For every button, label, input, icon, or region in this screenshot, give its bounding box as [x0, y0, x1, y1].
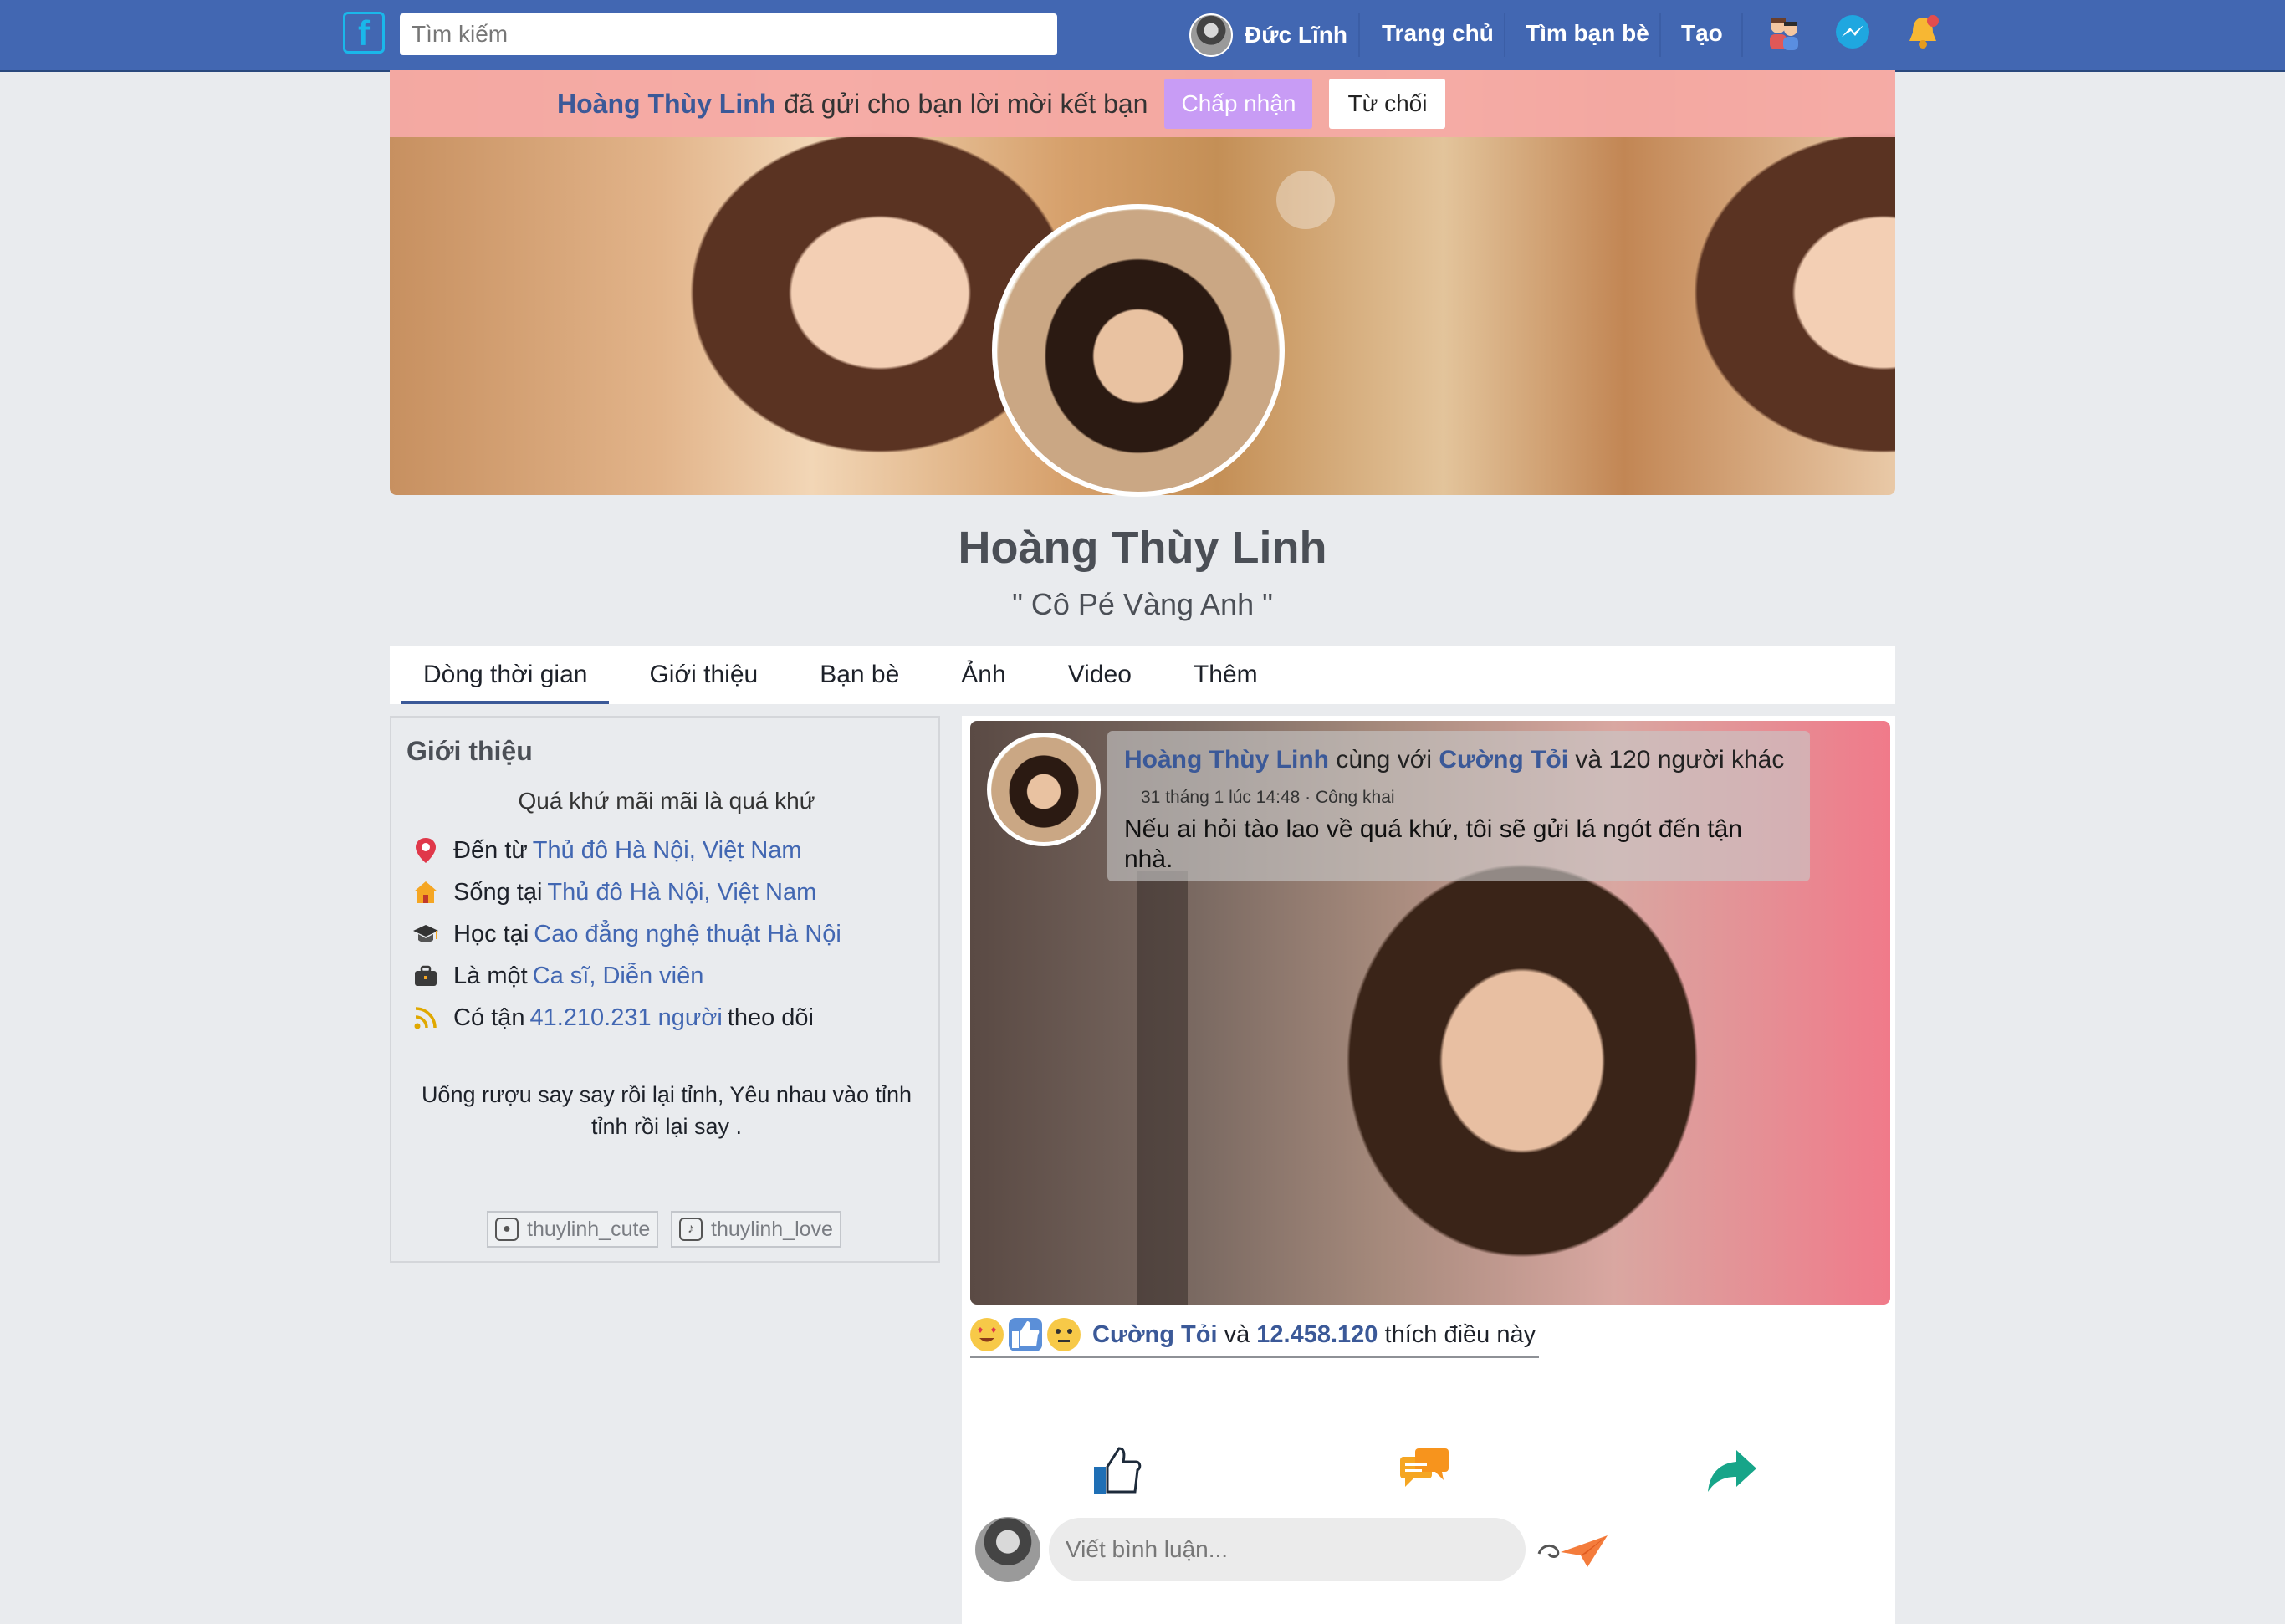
intro-link[interactable]: Ca sĩ, Diễn viên — [533, 963, 704, 990]
intro-row-lives-in: Sống tại Thủ đô Hà Nội, Việt Nam — [412, 878, 821, 906]
intro-link[interactable]: Thủ đô Hà Nội, Việt Nam — [547, 879, 816, 906]
intro-link[interactable]: 41.210.231 người — [529, 1004, 722, 1032]
nav-profile-link[interactable]: Đức Lĩnh — [1189, 12, 1347, 59]
avatar — [975, 1517, 1040, 1582]
nav-divider — [1504, 13, 1505, 57]
intro-row-followers: Có tận 41.210.231 người theo dõi — [412, 1004, 814, 1032]
nav-divider — [1741, 13, 1743, 57]
share-button[interactable] — [1703, 1442, 1761, 1500]
intro-bio: Quá khứ mãi mãi là quá khứ — [518, 788, 815, 814]
post-photo-background — [1137, 871, 1188, 1305]
friend-request-banner: Hoàng Thùy Linh đã gửi cho bạn lời mời k… — [390, 70, 1895, 137]
intro-row-hometown: Đến từ Thủ đô Hà Nội, Việt Nam — [412, 836, 807, 865]
send-comment-button[interactable] — [1536, 1524, 1611, 1575]
post-timestamp[interactable]: 31 tháng 1 lúc 14:48 · Công khai — [1141, 788, 1395, 808]
profile-name: Hoàng Thùy Linh — [958, 523, 1327, 573]
reaction-friend-name[interactable]: Cường Tỏi — [1092, 1321, 1218, 1348]
profile-tabs: Dòng thời gian Giới thiệu Bạn bè Ảnh Vid… — [390, 646, 1895, 704]
post-tagged-name[interactable]: Cường Tỏi — [1439, 746, 1568, 774]
decline-button[interactable]: Từ chối — [1329, 79, 1446, 129]
nav-find-friends-link[interactable]: Tìm bạn bè — [1526, 20, 1649, 47]
reaction-summary[interactable]: Cường Tỏi và 12.458.120 thích điều này — [970, 1313, 1540, 1358]
love-eyes-icon — [970, 1318, 1004, 1351]
top-navbar: f Đức Lĩnh Trang chủ Tìm bạn bè Tạo — [0, 0, 2285, 72]
avatar — [1189, 13, 1233, 57]
intro-link[interactable]: Thủ đô Hà Nội, Việt Nam — [533, 837, 802, 865]
comment-icon — [1400, 1448, 1449, 1487]
post-author-name[interactable]: Hoàng Thùy Linh — [1124, 746, 1329, 774]
friend-request-text: đã gửi cho bạn lời mời kết bạn — [784, 88, 1148, 119]
intro-quote: Uống rượu say say rồi lại tỉnh, Yêu nhau… — [421, 1082, 912, 1139]
tiktok-icon: ♪ — [679, 1218, 703, 1241]
cover-portrait — [1644, 127, 1895, 495]
briefcase-icon — [412, 962, 440, 990]
tab-friends[interactable]: Bạn bè — [813, 661, 906, 689]
comment-composer — [975, 1517, 1611, 1582]
profile-quote: " Cô Pé Vàng Anh " — [1012, 587, 1273, 621]
intro-link[interactable]: Cao đẳng nghệ thuật Hà Nội — [534, 921, 841, 948]
post-author-avatar[interactable] — [987, 733, 1101, 846]
post-header: Hoàng Thùy Linh cùng với Cường Tỏi và 12… — [1107, 731, 1810, 881]
intro-title: Giới thiệu — [406, 736, 533, 766]
instagram-icon: ● — [495, 1218, 519, 1241]
reaction-count[interactable]: 12.458.120 — [1256, 1321, 1378, 1348]
friend-request-name[interactable]: Hoàng Thùy Linh — [557, 89, 775, 120]
timeline-post: Hoàng Thùy Linh cùng với Cường Tỏi và 12… — [962, 716, 1895, 1624]
tab-video[interactable]: Video — [1061, 661, 1138, 689]
cover-bokeh — [1276, 171, 1335, 229]
tiktok-tag[interactable]: ♪ thuylinh_love — [671, 1211, 841, 1248]
post-photo-portrait — [1288, 855, 1756, 1305]
tab-about[interactable]: Giới thiệu — [642, 661, 764, 689]
instagram-tag[interactable]: ● thuylinh_cute — [487, 1211, 659, 1248]
intro-row-work: Là một Ca sĩ, Diễn viên — [412, 962, 708, 990]
tab-more[interactable]: Thêm — [1187, 661, 1265, 689]
share-arrow-icon — [1708, 1450, 1756, 1492]
intro-row-school: Học tại Cao đẳng nghệ thuật Hà Nội — [412, 920, 846, 948]
paper-plane-icon — [1537, 1535, 1608, 1567]
messenger-icon[interactable] — [1832, 12, 1873, 54]
facebook-logo-icon[interactable]: f — [343, 12, 385, 54]
tab-timeline[interactable]: Dòng thời gian — [401, 661, 610, 704]
rss-icon — [412, 1004, 440, 1032]
post-header-line: Hoàng Thùy Linh cùng với Cường Tỏi và 12… — [1124, 746, 1785, 774]
friends-icon[interactable] — [1763, 12, 1805, 54]
location-pin-icon — [412, 836, 440, 865]
confused-face-icon — [1047, 1318, 1081, 1351]
search-input[interactable] — [400, 13, 1057, 55]
nav-create-link[interactable]: Tạo — [1681, 20, 1723, 47]
nav-home-link[interactable]: Trang chủ — [1382, 20, 1494, 47]
intro-panel: Giới thiệu Quá khứ mãi mãi là quá khứ Đế… — [390, 716, 940, 1263]
graduation-cap-icon — [412, 920, 440, 948]
tab-photos[interactable]: Ảnh — [954, 661, 1012, 689]
notifications-icon[interactable] — [1902, 12, 1944, 54]
nav-divider — [1659, 13, 1661, 57]
home-icon — [412, 878, 440, 906]
nav-user-name: Đức Lĩnh — [1245, 22, 1347, 48]
post-text: Nếu ai hỏi tào lao về quá khứ, tôi sẽ gử… — [1124, 815, 1742, 873]
comment-button[interactable] — [1395, 1442, 1454, 1500]
thumbs-up-icon — [1094, 1447, 1142, 1494]
comment-input[interactable] — [1049, 1518, 1526, 1581]
like-button[interactable] — [1087, 1442, 1146, 1500]
reaction-text: Cường Tỏi và 12.458.120 thích điều này — [1092, 1320, 1536, 1348]
profile-picture[interactable] — [992, 204, 1285, 497]
nav-divider — [1358, 13, 1360, 57]
like-icon — [1009, 1318, 1042, 1351]
accept-button[interactable]: Chấp nhận — [1164, 79, 1313, 129]
